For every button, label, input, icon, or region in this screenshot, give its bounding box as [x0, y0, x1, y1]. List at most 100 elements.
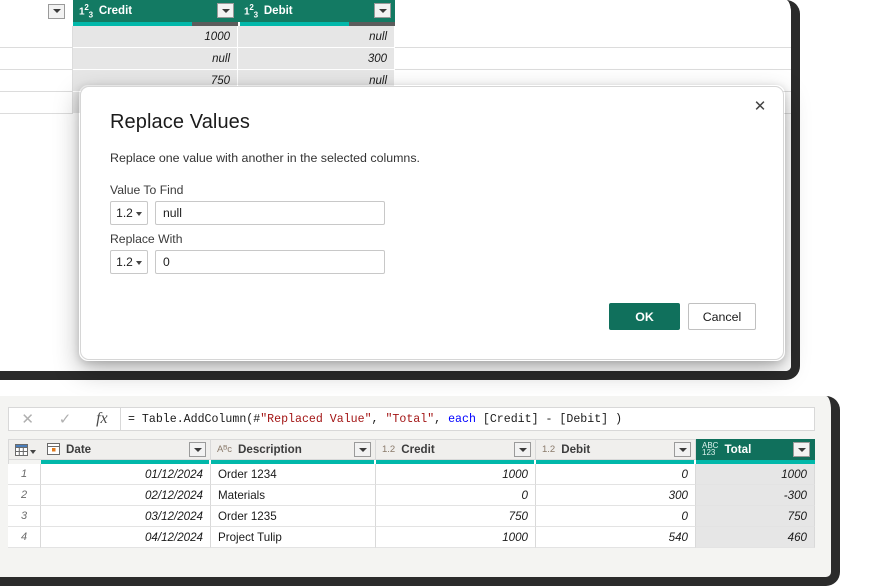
cell-credit[interactable]: 750: [376, 506, 536, 527]
cell-credit[interactable]: 1000: [376, 527, 536, 548]
table-row[interactable]: 1 01/12/2024 Order 1234 1000 0 1000: [8, 464, 815, 485]
bottom-column-header-total[interactable]: ABC 123 Total: [696, 439, 815, 460]
formula-token: = Table.AddColumn(#: [128, 412, 261, 426]
bottom-column-header-credit-label: Credit: [401, 443, 435, 456]
prev-column-cell: [40, 70, 73, 92]
table-row[interactable]: 1000 null: [0, 26, 791, 48]
chevron-down-icon[interactable]: [793, 442, 810, 457]
power-query-preview-panel-bottom: ✕ ✓ fx = Table.AddColumn(# "Replaced Valu…: [0, 396, 840, 586]
chevron-down-icon[interactable]: [189, 442, 206, 457]
replace-with-type-selector[interactable]: 1.2: [110, 250, 148, 274]
bottom-grid-header-row: Date Aᴮᴄ Description 1.2 Credit 1.2 Debi…: [8, 439, 815, 460]
ok-button[interactable]: OK: [609, 303, 680, 330]
bottom-column-header-credit[interactable]: 1.2 Credit: [376, 439, 536, 460]
replace-with-label: Replace With: [110, 232, 183, 246]
table-row[interactable]: null 300: [0, 48, 791, 70]
row-number: 3: [8, 506, 41, 527]
any-type-icon: ABC 123: [702, 440, 719, 457]
chevron-down-icon[interactable]: [354, 442, 371, 457]
cell-description[interactable]: Order 1234: [211, 464, 376, 485]
bottom-grid-body: 1 01/12/2024 Order 1234 1000 0 1000 2 02…: [8, 464, 815, 548]
bottom-column-header-date-label: Date: [66, 443, 92, 456]
cell-description[interactable]: Materials: [211, 485, 376, 506]
formula-bar-tools: ✕ ✓ fx: [8, 407, 121, 431]
formula-bar: ✕ ✓ fx = Table.AddColumn(# "Replaced Valu…: [8, 407, 815, 431]
cell-credit[interactable]: null: [73, 48, 238, 70]
row-number-cell: [0, 26, 40, 48]
replace-with-type-label: 1.2: [116, 255, 133, 269]
formula-token: ,: [371, 412, 386, 426]
decimal-type-icon: 1.2: [542, 444, 556, 455]
decimal-type-icon: 1.2: [382, 444, 396, 455]
top-grid-header-filler: [395, 0, 791, 22]
formula-token-keyword: each: [448, 412, 476, 426]
top-grid-rownum-header: [0, 0, 40, 22]
cell-description[interactable]: Order 1235: [211, 506, 376, 527]
cell-debit[interactable]: null: [238, 26, 395, 48]
top-column-header-debit-label: Debit: [263, 5, 293, 17]
cell-total[interactable]: 1000: [696, 464, 815, 485]
close-icon[interactable]: ✕: [746, 94, 774, 118]
bottom-column-header-description-label: Description: [238, 443, 302, 456]
formula-token: ,: [434, 412, 449, 426]
row-number: 2: [8, 485, 41, 506]
formula-token-string: "Total": [385, 412, 435, 426]
fx-icon[interactable]: fx: [96, 410, 108, 428]
chevron-down-icon[interactable]: [514, 442, 531, 457]
formula-input[interactable]: = Table.AddColumn(# "Replaced Value", "To…: [121, 407, 815, 431]
row-number-cell: [0, 70, 40, 92]
chevron-down-icon[interactable]: [48, 3, 65, 19]
table-row[interactable]: 4 04/12/2024 Project Tulip 1000 540 460: [8, 527, 815, 548]
chevron-down-icon[interactable]: [217, 3, 234, 18]
cell-debit[interactable]: 540: [536, 527, 696, 548]
cell-date[interactable]: 02/12/2024: [41, 485, 211, 506]
cell-credit[interactable]: 1000: [73, 26, 238, 48]
bottom-column-header-date[interactable]: Date: [41, 439, 211, 460]
value-to-find-input[interactable]: null: [155, 201, 385, 225]
top-grid-prev-column-filter[interactable]: [40, 0, 73, 22]
cell-description[interactable]: Project Tulip: [211, 527, 376, 548]
chevron-down-icon[interactable]: [674, 442, 691, 457]
table-icon: [14, 443, 28, 456]
cell-credit[interactable]: 1000: [376, 464, 536, 485]
text-type-icon: Aᴮᴄ: [217, 444, 233, 455]
prev-column-cell: [40, 92, 73, 114]
cancel-icon[interactable]: ✕: [21, 410, 34, 428]
cell-total[interactable]: 460: [696, 527, 815, 548]
cell-debit[interactable]: 0: [536, 506, 696, 527]
row-number-cell: [0, 48, 40, 70]
cell-total[interactable]: 750: [696, 506, 815, 527]
chevron-down-icon: [135, 212, 142, 216]
replace-with-input[interactable]: 0: [155, 250, 385, 274]
table-row[interactable]: 2 02/12/2024 Materials 0 300 -300: [8, 485, 815, 506]
top-column-header-credit[interactable]: 123 Credit: [73, 0, 238, 22]
row-filler: [395, 48, 791, 70]
formula-token: [Credit] - [Debit] ): [475, 412, 623, 426]
cell-credit[interactable]: 0: [376, 485, 536, 506]
cell-date[interactable]: 01/12/2024: [41, 464, 211, 485]
chevron-down-icon: [29, 449, 36, 454]
row-number: 4: [8, 527, 41, 548]
calendar-icon: [47, 443, 60, 456]
cell-debit[interactable]: 300: [536, 485, 696, 506]
cell-total[interactable]: -300: [696, 485, 815, 506]
value-to-find-type-selector[interactable]: 1.2: [110, 201, 148, 225]
cell-debit[interactable]: 0: [536, 464, 696, 485]
table-row[interactable]: 3 03/12/2024 Order 1235 750 0 750: [8, 506, 815, 527]
whole-number-type-icon: 123: [244, 2, 258, 20]
prev-column-cell: [40, 48, 73, 70]
bottom-column-header-description[interactable]: Aᴮᴄ Description: [211, 439, 376, 460]
replace-values-dialog: ✕ Replace Values Replace one value with …: [80, 86, 784, 360]
cancel-button[interactable]: Cancel: [688, 303, 756, 330]
prev-column-cell: [40, 26, 73, 48]
cell-date[interactable]: 03/12/2024: [41, 506, 211, 527]
top-column-header-debit[interactable]: 123 Debit: [238, 0, 395, 22]
dialog-title: Replace Values: [110, 111, 251, 133]
chevron-down-icon[interactable]: [374, 3, 391, 18]
row-filler: [395, 26, 791, 48]
select-all-columns-button[interactable]: [8, 439, 41, 460]
cell-debit[interactable]: 300: [238, 48, 395, 70]
bottom-column-header-debit[interactable]: 1.2 Debit: [536, 439, 696, 460]
cell-date[interactable]: 04/12/2024: [41, 527, 211, 548]
check-icon[interactable]: ✓: [59, 410, 72, 428]
